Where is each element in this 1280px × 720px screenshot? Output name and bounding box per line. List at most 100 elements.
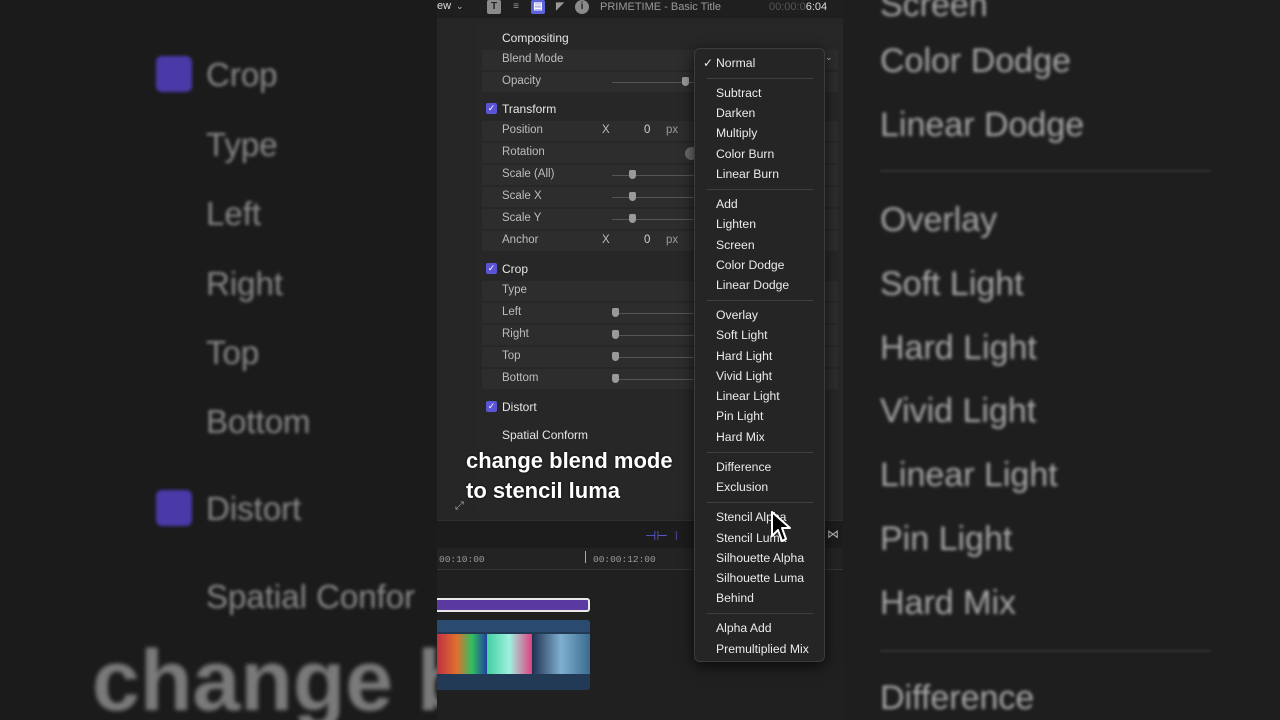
menu-separator (707, 78, 813, 79)
chevron-down-icon[interactable]: ⌄ (456, 1, 464, 12)
opacity-label: Opacity (502, 75, 541, 87)
scale-x-slider[interactable] (612, 197, 702, 198)
menu-item-overlay[interactable]: Overlay (716, 308, 758, 322)
menu-item-alpha-add[interactable]: Alpha Add (716, 621, 772, 635)
scale-y-slider[interactable] (612, 219, 702, 220)
menu-separator (707, 300, 813, 301)
background-separator (880, 650, 1210, 652)
background-menu-label: Overlay (880, 201, 998, 239)
crop-left-slider[interactable] (612, 313, 702, 314)
inspector-toolbar: ew ⌄ T ≡ ▤ ◤ i PRIMETIME - Basic Title 0… (437, 0, 843, 18)
menu-item-silhouette-luma[interactable]: Silhouette Luma (716, 571, 804, 585)
menu-item-multiply[interactable]: Multiply (716, 126, 757, 140)
crop-right-slider[interactable] (612, 335, 702, 336)
menu-item-linear-dodge[interactable]: Linear Dodge (716, 278, 789, 292)
background-label: Left (206, 195, 262, 232)
menu-item-linear-burn[interactable]: Linear Burn (716, 167, 779, 181)
filter-icon[interactable]: ◤ (553, 0, 567, 14)
position-label: Position (502, 124, 543, 136)
timecode-label: 00:10:00 (439, 554, 485, 565)
menu-separator (707, 613, 813, 614)
transform-checkbox[interactable]: ✓ (486, 103, 497, 114)
scale-x-slider-knob[interactable] (629, 192, 636, 201)
video-clip[interactable] (437, 620, 590, 690)
crop-right-slider-knob[interactable] (612, 330, 619, 339)
text-icon[interactable]: T (487, 0, 501, 14)
menu-item-vivid-light[interactable]: Vivid Light (716, 369, 772, 383)
title-clip[interactable] (437, 598, 590, 612)
scale-all-slider[interactable] (612, 175, 702, 176)
inspector-tabs: T ≡ ▤ ◤ i (487, 0, 589, 14)
background-menu-label: Color Dodge (880, 42, 1071, 80)
background-menu-label: Vivid Light (880, 392, 1037, 430)
compositing-header[interactable]: Compositing (482, 28, 838, 48)
menu-item-difference[interactable]: Difference (716, 460, 771, 474)
snapping-icon[interactable]: ⧘ (675, 528, 678, 544)
position-unit: px (666, 124, 679, 136)
menu-item-subtract[interactable]: Subtract (716, 86, 761, 100)
position-x-value[interactable]: 0 (644, 124, 650, 136)
video-inspector-icon[interactable]: ▤ (531, 0, 545, 14)
menu-item-add[interactable]: Add (716, 197, 738, 211)
crop-top-slider-knob[interactable] (612, 352, 619, 361)
menu-item-exclusion[interactable]: Exclusion (716, 480, 768, 494)
background-label: Bottom (206, 403, 311, 440)
menu-separator (707, 189, 813, 190)
crop-bottom-slider[interactable] (612, 379, 702, 380)
menu-item-darken[interactable]: Darken (716, 106, 755, 120)
menu-item-soft-light[interactable]: Soft Light (716, 328, 768, 342)
menu-item-color-dodge[interactable]: Color Dodge (716, 258, 784, 272)
list-icon[interactable]: ≡ (509, 0, 523, 14)
menu-separator (707, 452, 813, 453)
section-label: Spatial Conform (502, 428, 589, 442)
crop-type-label: Type (502, 284, 527, 296)
distort-checkbox[interactable]: ✓ (486, 401, 497, 412)
scale-x-label: Scale X (502, 190, 542, 202)
background-menu-label: Hard Mix (880, 584, 1017, 622)
crop-left-slider-knob[interactable] (612, 308, 619, 317)
duration-value: 6:04 (805, 1, 828, 13)
background-label: Right (206, 265, 284, 302)
crop-top-slider[interactable] (612, 357, 702, 358)
anchor-label: Anchor (502, 234, 539, 246)
rotation-label: Rotation (502, 146, 545, 158)
menu-item-normal[interactable]: Normal (716, 56, 755, 70)
menu-item-behind[interactable]: Behind (716, 591, 754, 605)
section-label: Transform (502, 102, 557, 116)
position-axis-label: X (602, 124, 610, 136)
duration-dim: 00:00:0 (769, 1, 806, 13)
anchor-x-value[interactable]: 0 (644, 234, 650, 246)
chevron-down-icon[interactable]: ⌄ (825, 52, 833, 63)
section-label: Distort (502, 400, 537, 414)
menu-item-color-burn[interactable]: Color Burn (716, 147, 774, 161)
audio-skimming-icon[interactable]: ⊣⊢ (645, 528, 668, 544)
clip-appearance-icon[interactable]: ⋈ (827, 527, 839, 541)
menu-item-hard-light[interactable]: Hard Light (716, 349, 772, 363)
info-icon[interactable]: i (575, 0, 589, 14)
caption-line-1: change blend mode (466, 448, 673, 473)
menu-item-linear-light[interactable]: Linear Light (716, 389, 780, 403)
menu-item-screen[interactable]: Screen (716, 238, 755, 252)
background-label: Top (206, 334, 260, 371)
caption-line-2: to stencil luma (466, 478, 621, 503)
scale-y-slider-knob[interactable] (629, 214, 636, 223)
clip-thumbnail (532, 634, 590, 674)
checkmark-icon: ✓ (703, 56, 714, 70)
menu-item-premultiplied-mix[interactable]: Premultiplied Mix (716, 642, 809, 656)
section-label: Crop (502, 262, 529, 276)
background-separator (880, 170, 1210, 172)
section-label: Compositing (502, 31, 569, 45)
clip-title: PRIMETIME - Basic Title (600, 1, 722, 13)
menu-item-hard-mix[interactable]: Hard Mix (716, 430, 765, 444)
menu-item-lighten[interactable]: Lighten (716, 217, 756, 231)
background-label: Type (206, 126, 278, 163)
menu-item-pin-light[interactable]: Pin Light (716, 409, 763, 423)
scale-all-slider-knob[interactable] (629, 170, 636, 179)
menu-item-silhouette-alpha[interactable]: Silhouette Alpha (716, 551, 804, 565)
menu-separator (707, 502, 813, 503)
crop-checkbox[interactable]: ✓ (486, 263, 497, 274)
crop-top-label: Top (502, 350, 521, 362)
crop-bottom-slider-knob[interactable] (612, 374, 619, 383)
opacity-slider-knob[interactable] (682, 77, 689, 86)
view-menu[interactable]: ew (437, 0, 451, 12)
